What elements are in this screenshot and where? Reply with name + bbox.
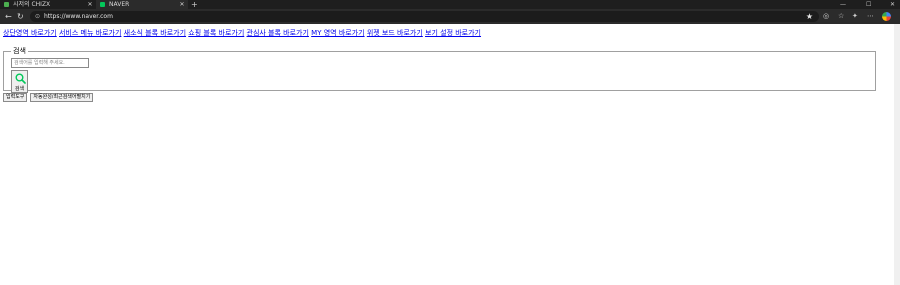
close-tab-icon[interactable]: ✕ <box>178 0 186 9</box>
search-option-buttons: 입력도구 자동완성/최근검색어펼치기 <box>3 93 893 102</box>
tab-title: 시저의 CHIZX <box>13 1 51 8</box>
search-button-label: 검색 <box>14 86 25 92</box>
skip-link-view-settings[interactable]: 보기 설정 바로가기 <box>425 29 481 37</box>
new-tab-button[interactable]: + <box>191 0 198 9</box>
bookmark-star-icon[interactable]: ★ <box>806 11 813 22</box>
close-tab-icon[interactable]: ✕ <box>86 0 94 9</box>
autocomplete-toggle-button[interactable]: 자동완성/최근검색어펼치기 <box>30 93 94 102</box>
search-fieldset: 검색 검색 <box>3 46 876 93</box>
profile-avatar[interactable] <box>882 12 891 21</box>
site-info-icon[interactable]: ⊙ <box>35 12 40 21</box>
naver-favicon-icon <box>100 2 105 7</box>
reload-icon[interactable]: ↻ <box>17 9 24 24</box>
page-scrollbar[interactable] <box>894 24 900 285</box>
search-button[interactable]: 검색 <box>11 70 28 93</box>
close-window-icon[interactable]: ✕ <box>890 0 895 9</box>
address-url[interactable]: https://www.naver.com <box>44 11 113 22</box>
maximize-icon[interactable]: ☐ <box>866 0 871 9</box>
tab-title: NAVER <box>109 1 130 8</box>
search-input[interactable] <box>11 58 89 68</box>
skip-link-shopping[interactable]: 쇼핑 블록 바로가기 <box>188 29 244 37</box>
search-legend: 검색 <box>13 47 26 55</box>
skip-link-my[interactable]: MY 영역 바로가기 <box>311 29 364 37</box>
extension-icon[interactable]: ◎ <box>823 9 829 24</box>
skip-link-top[interactable]: 상단영역 바로가기 <box>3 29 57 37</box>
address-bar[interactable]: ⊙ https://www.naver.com ★ <box>30 11 819 22</box>
skip-link-service-menu[interactable]: 서비스 메뉴 바로가기 <box>59 29 121 37</box>
browser-tab[interactable]: 시저의 CHIZX ✕ <box>0 0 96 9</box>
copilot-icon[interactable]: ✦ <box>852 9 858 24</box>
minimize-icon[interactable]: — <box>840 0 846 9</box>
back-icon[interactable]: ← <box>5 9 12 24</box>
browser-tab-bar: 시저의 CHIZX ✕ NAVER ✕ + — ☐ ✕ <box>0 0 900 9</box>
page-content: 상단영역 바로가기 서비스 메뉴 바로가기 새소식 블록 바로가기 쇼핑 블록 … <box>3 28 893 102</box>
browser-toolbar: ← ↻ ⊙ https://www.naver.com ★ ◎ ☆ ✦ ⋯ <box>0 9 900 24</box>
skip-link-news[interactable]: 새소식 블록 바로가기 <box>124 29 186 37</box>
input-tool-button[interactable]: 입력도구 <box>3 93 28 102</box>
browser-tab-active[interactable]: NAVER ✕ <box>96 0 188 9</box>
skip-link-interest[interactable]: 관심사 블록 바로가기 <box>247 29 309 37</box>
more-menu-icon[interactable]: ⋯ <box>867 9 874 24</box>
skip-link-widget[interactable]: 위젯 보드 바로가기 <box>367 29 423 37</box>
tab-favicon-icon <box>4 2 9 7</box>
skip-links: 상단영역 바로가기 서비스 메뉴 바로가기 새소식 블록 바로가기 쇼핑 블록 … <box>3 28 893 38</box>
favorites-icon[interactable]: ☆ <box>838 9 844 24</box>
search-icon <box>15 73 26 84</box>
